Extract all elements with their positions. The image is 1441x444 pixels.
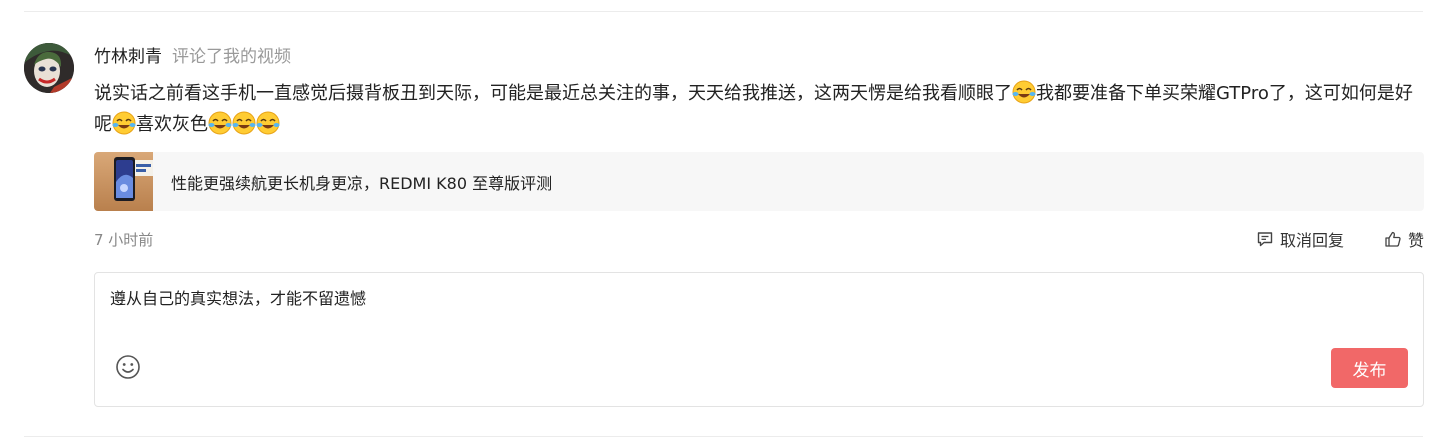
avatar[interactable] — [24, 43, 74, 93]
comment-header: 竹林刺青 评论了我的视频 — [94, 42, 291, 67]
divider-top — [24, 11, 1423, 12]
laughing-tears-emoji-icon — [256, 111, 280, 135]
laughing-tears-emoji-icon — [112, 111, 136, 135]
comment-meta: 7 小时前 取消回复 赞 — [94, 227, 1424, 251]
comment-text-part1: 说实话之前看这手机一直感觉后摄背板丑到天际，可能是最近总关注的事，天天给我推送，… — [94, 83, 1012, 104]
reply-input[interactable]: 遵从自己的真实想法，才能不留遗憾 — [110, 285, 366, 309]
publish-button[interactable]: 发布 — [1331, 348, 1408, 388]
cancel-reply-label: 取消回复 — [1279, 231, 1344, 250]
comment-actions: 取消回复 赞 — [1256, 227, 1424, 251]
comment-icon — [1256, 230, 1274, 248]
video-card[interactable]: 性能更强续航更长机身更凉，REDMI K80 至尊版评测 — [94, 152, 1424, 211]
laughing-tears-emoji-icon — [1012, 80, 1036, 104]
comment-text-part3: 喜欢灰色 — [136, 114, 208, 135]
timestamp: 7 小时前 — [94, 230, 154, 249]
divider-bottom — [24, 436, 1423, 437]
laughing-tears-emoji-icon — [232, 111, 256, 135]
like-label: 赞 — [1407, 231, 1424, 250]
comment-body: 说实话之前看这手机一直感觉后摄背板丑到天际，可能是最近总关注的事，天天给我推送，… — [94, 78, 1414, 140]
laughing-tears-emoji-icon — [208, 111, 232, 135]
cancel-reply-button[interactable]: 取消回复 — [1256, 227, 1344, 251]
thumbs-up-icon — [1384, 230, 1402, 248]
action-text: 评论了我的视频 — [172, 46, 291, 67]
like-button[interactable]: 赞 — [1384, 227, 1424, 251]
username[interactable]: 竹林刺青 — [94, 42, 162, 67]
reply-box[interactable]: 遵从自己的真实想法，才能不留遗憾 发布 — [94, 272, 1424, 407]
comment-notification: 竹林刺青 评论了我的视频 说实话之前看这手机一直感觉后摄背板丑到天际，可能是最近… — [0, 0, 1441, 444]
smiley-icon[interactable] — [115, 354, 141, 380]
video-title[interactable]: 性能更强续航更长机身更凉，REDMI K80 至尊版评测 — [171, 170, 552, 194]
video-thumbnail[interactable] — [94, 152, 153, 211]
